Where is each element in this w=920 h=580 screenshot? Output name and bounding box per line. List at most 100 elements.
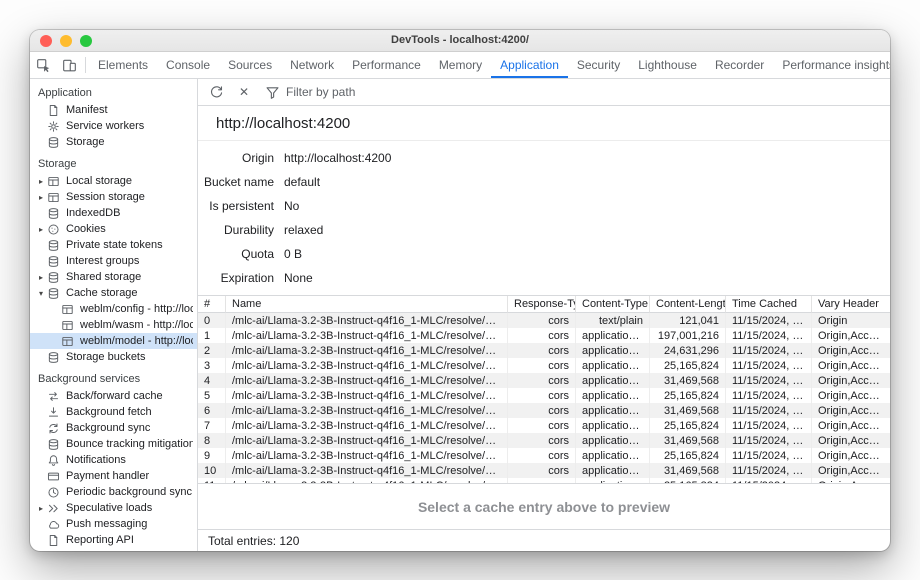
tab-label: Recorder <box>715 58 764 72</box>
tab-label: Network <box>290 58 334 72</box>
devtools-tab[interactable]: Memory <box>430 52 491 78</box>
sidebar-item[interactable]: Bounce tracking mitigations <box>30 436 197 452</box>
sidebar-item[interactable]: ▸ Local storage <box>30 173 197 189</box>
sidebar-item[interactable]: IndexedDB <box>30 205 197 221</box>
disclosure-arrow-icon[interactable]: ▸ <box>36 193 46 202</box>
disclosure-arrow-icon[interactable]: ▸ <box>36 177 46 186</box>
sidebar-item-label: Cache storage <box>66 287 138 299</box>
devtools-window: DevTools - localhost:4200/ Elements Cons… <box>30 30 890 551</box>
sidebar-item[interactable]: Manifest <box>30 102 197 118</box>
payment-icon <box>46 469 61 484</box>
filter-input[interactable]: Filter by path <box>263 85 355 100</box>
cloud-icon <box>46 517 61 532</box>
disclosure-arrow-icon[interactable]: ▸ <box>36 504 46 513</box>
column-header-time-cached[interactable]: Time Cached <box>726 296 812 313</box>
entry-content-length: 25,165,824 <box>650 448 726 463</box>
disclosure-arrow-icon[interactable]: ▸ <box>36 273 46 282</box>
sidebar-item[interactable]: ▸ Shared storage <box>30 269 197 285</box>
sidebar-item[interactable]: weblm/config - http://loc… <box>30 301 197 317</box>
devtools-tab[interactable]: Sources <box>219 52 281 78</box>
delete-selected-icon[interactable]: ✕ <box>231 85 257 99</box>
tab-label: Security <box>577 58 620 72</box>
devtools-tab[interactable]: Elements <box>89 52 157 78</box>
entry-name: /mlc-ai/Llama-3.2-3B-Instruct-q4f16_1-ML… <box>226 418 508 433</box>
entry-response-type: cors <box>508 343 576 358</box>
minimize-window-button[interactable] <box>60 35 72 47</box>
sidebar-item[interactable]: Storage <box>30 134 197 150</box>
sidebar-item[interactable]: Reporting API <box>30 532 197 548</box>
column-header-index[interactable]: # <box>198 296 226 313</box>
database-icon <box>46 135 61 150</box>
sidebar-item[interactable]: ▸ Speculative loads <box>30 500 197 516</box>
window-titlebar[interactable]: DevTools - localhost:4200/ <box>30 30 890 52</box>
devtools-tab[interactable]: Application <box>491 52 568 78</box>
entry-time-cached: 11/15/2024, 10… <box>726 418 812 433</box>
total-entries: Total entries: 120 <box>198 529 890 551</box>
cache-entry-row[interactable]: 9 /mlc-ai/Llama-3.2-3B-Instruct-q4f16_1-… <box>198 448 890 463</box>
sidebar-item-label: Storage buckets <box>66 351 146 363</box>
column-header-content-length[interactable]: Content-Length <box>650 296 726 313</box>
sidebar-item[interactable]: Periodic background sync <box>30 484 197 500</box>
table-header-row: # Name Response-Type Content-Type Conten… <box>198 296 890 313</box>
disclosure-arrow-icon[interactable]: ▸ <box>36 225 46 234</box>
sidebar-item[interactable]: Service workers <box>30 118 197 134</box>
devtools-tab[interactable]: Security <box>568 52 629 78</box>
cache-entry-row[interactable]: 4 /mlc-ai/Llama-3.2-3B-Instruct-q4f16_1-… <box>198 373 890 388</box>
cache-entry-row[interactable]: 0 /mlc-ai/Llama-3.2-3B-Instruct-q4f16_1-… <box>198 313 890 328</box>
sidebar-item[interactable]: Background sync <box>30 420 197 436</box>
device-toolbar-icon[interactable] <box>56 52 82 78</box>
fullscreen-window-button[interactable] <box>80 35 92 47</box>
column-header-content-type[interactable]: Content-Type <box>576 296 650 313</box>
sidebar-item[interactable]: Payment handler <box>30 468 197 484</box>
cache-entry-row[interactable]: 6 /mlc-ai/Llama-3.2-3B-Instruct-q4f16_1-… <box>198 403 890 418</box>
tab-label: Lighthouse <box>638 58 697 72</box>
cache-entry-row[interactable]: 1 /mlc-ai/Llama-3.2-3B-Instruct-q4f16_1-… <box>198 328 890 343</box>
sidebar-section-title: Storage <box>30 155 197 173</box>
cache-entry-row[interactable]: 7 /mlc-ai/Llama-3.2-3B-Instruct-q4f16_1-… <box>198 418 890 433</box>
cache-entry-row[interactable]: 8 /mlc-ai/Llama-3.2-3B-Instruct-q4f16_1-… <box>198 433 890 448</box>
tab-label: Performance <box>352 58 421 72</box>
cache-entry-row[interactable]: 3 /mlc-ai/Llama-3.2-3B-Instruct-q4f16_1-… <box>198 358 890 373</box>
disclosure-arrow-icon[interactable]: ▾ <box>36 289 46 298</box>
devtools-tab[interactable]: Lighthouse <box>629 52 706 78</box>
sidebar-item[interactable]: Private state tokens <box>30 237 197 253</box>
entry-time-cached: 11/15/2024, 10… <box>726 448 812 463</box>
table-icon <box>46 190 61 205</box>
entry-name: /mlc-ai/Llama-3.2-3B-Instruct-q4f16_1-ML… <box>226 433 508 448</box>
inspect-element-icon[interactable] <box>30 52 56 78</box>
sidebar-item[interactable]: Interest groups <box>30 253 197 269</box>
entry-time-cached: 11/15/2024, 10… <box>726 343 812 358</box>
entry-content-type: application/oc… <box>576 343 650 358</box>
devtools-tab[interactable]: Network <box>281 52 343 78</box>
sidebar-item-label: Private state tokens <box>66 239 163 251</box>
column-header-vary-header[interactable]: Vary Header <box>812 296 890 313</box>
cache-toolbar: ✕ Filter by path <box>198 79 890 106</box>
sidebar-item[interactable]: ▸ Cookies <box>30 221 197 237</box>
cache-entry-row[interactable]: 5 /mlc-ai/Llama-3.2-3B-Instruct-q4f16_1-… <box>198 388 890 403</box>
sidebar-item[interactable]: Back/forward cache <box>30 388 197 404</box>
entry-index: 7 <box>198 418 226 433</box>
devtools-tab[interactable]: Performance insights <box>773 52 890 78</box>
cache-entry-row[interactable]: 10 /mlc-ai/Llama-3.2-3B-Instruct-q4f16_1… <box>198 463 890 478</box>
sidebar-item[interactable]: ▾ Cache storage <box>30 285 197 301</box>
sidebar-item[interactable]: weblm/wasm - http://loca… <box>30 317 197 333</box>
sidebar-item[interactable]: ▸ Session storage <box>30 189 197 205</box>
sidebar-item-label: Shared storage <box>66 271 141 283</box>
cache-entry-row[interactable]: 2 /mlc-ai/Llama-3.2-3B-Instruct-q4f16_1-… <box>198 343 890 358</box>
column-header-response-type[interactable]: Response-Type <box>508 296 576 313</box>
devtools-tab[interactable]: Performance <box>343 52 430 78</box>
tab-label: Memory <box>439 58 482 72</box>
sidebar-item-label: Local storage <box>66 175 132 187</box>
sidebar-item[interactable]: weblm/model - http://loc… <box>30 333 197 349</box>
table-icon <box>60 334 75 349</box>
sidebar-item[interactable]: Notifications <box>30 452 197 468</box>
sidebar-item[interactable]: Push messaging <box>30 516 197 532</box>
sidebar-item[interactable]: Background fetch <box>30 404 197 420</box>
close-window-button[interactable] <box>40 35 52 47</box>
devtools-tab[interactable]: Console <box>157 52 219 78</box>
refresh-icon[interactable] <box>203 85 229 100</box>
column-header-name[interactable]: Name <box>226 296 508 313</box>
devtools-tab[interactable]: Recorder <box>706 52 773 78</box>
sidebar-item-label: Bounce tracking mitigations <box>66 438 193 450</box>
sidebar-item[interactable]: Storage buckets <box>30 349 197 365</box>
